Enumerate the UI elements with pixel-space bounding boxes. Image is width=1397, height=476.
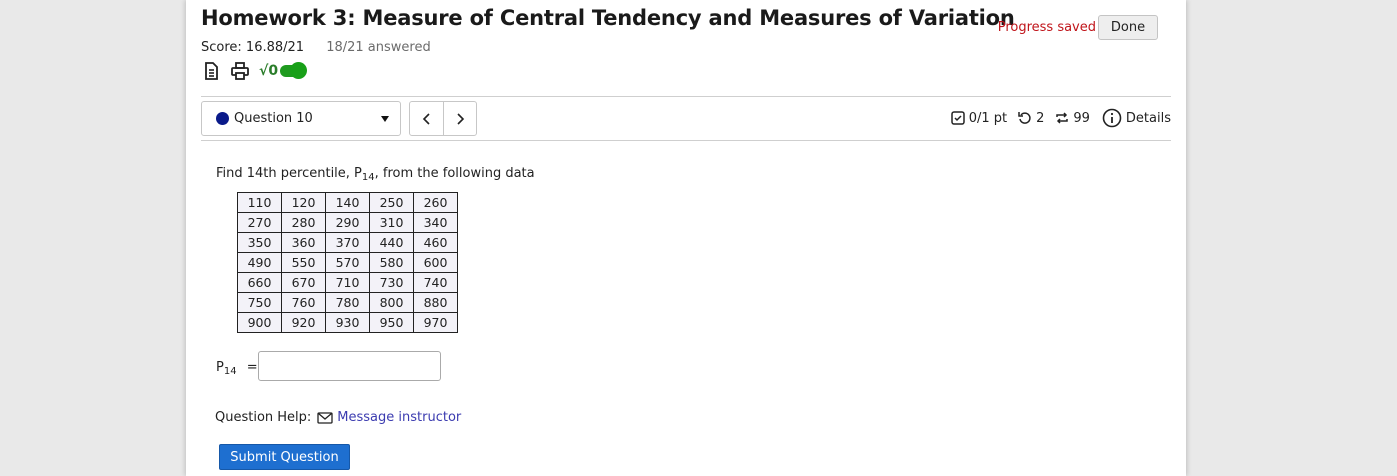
table-cell: 760 xyxy=(281,292,326,313)
table-cell: 120 xyxy=(281,192,326,213)
chevron-right-icon xyxy=(457,112,465,125)
submit-question-button[interactable]: Submit Question xyxy=(219,444,350,470)
table-cell: 340 xyxy=(413,212,458,233)
question-select[interactable]: Question 10 xyxy=(201,101,401,136)
table-cell: 310 xyxy=(369,212,414,233)
message-instructor-label: Message instructor xyxy=(337,410,462,425)
progress-status: Progress saved xyxy=(997,20,1096,35)
help-label: Question Help: xyxy=(215,410,312,425)
table-cell: 660 xyxy=(237,272,282,293)
prompt-subscript: 14 xyxy=(361,172,375,183)
envelope-icon xyxy=(317,411,333,424)
table-cell: 140 xyxy=(325,192,370,213)
chevron-left-icon xyxy=(422,112,430,125)
table-cell: 440 xyxy=(369,232,414,253)
question-nav xyxy=(409,101,477,136)
next-question-button[interactable] xyxy=(443,102,476,135)
table-cell: 270 xyxy=(237,212,282,233)
table-row: 110 120 140 250 260 xyxy=(237,192,458,213)
answer-label-text: P xyxy=(216,360,224,375)
table-cell: 730 xyxy=(369,272,414,293)
details-link[interactable]: Details xyxy=(1102,108,1171,128)
table-cell: 280 xyxy=(281,212,326,233)
prompt-text: Find 14th percentile, P xyxy=(216,166,362,181)
sqrt-icon: √0 xyxy=(259,63,279,79)
table-row: 750 760 780 800 880 xyxy=(237,292,458,313)
done-button[interactable]: Done xyxy=(1098,15,1158,40)
previous-question-button[interactable] xyxy=(410,102,443,135)
table-cell: 600 xyxy=(413,252,458,273)
table-cell: 710 xyxy=(325,272,370,293)
table-cell: 460 xyxy=(413,232,458,253)
question-select-label: Question 10 xyxy=(234,111,313,126)
table-row: 900 920 930 950 970 xyxy=(237,312,458,333)
prompt-text-rest: , from the following data xyxy=(374,166,535,181)
table-cell: 350 xyxy=(237,232,282,253)
attempts-text: 99 xyxy=(1073,110,1090,126)
table-cell: 950 xyxy=(369,312,414,333)
checkbox-icon xyxy=(950,111,965,125)
divider xyxy=(201,140,1171,141)
table-cell: 570 xyxy=(325,252,370,273)
question-status-dot xyxy=(216,112,229,125)
homework-page: Homework 3: Measure of Central Tendency … xyxy=(186,0,1186,476)
table-cell: 250 xyxy=(369,192,414,213)
caret-down-icon xyxy=(381,116,389,122)
details-label: Details xyxy=(1125,110,1171,126)
page-title: Homework 3: Measure of Central Tendency … xyxy=(201,6,1015,30)
points-indicator: 0/1 pt xyxy=(950,110,1014,126)
table-cell: 290 xyxy=(325,212,370,233)
table-cell: 260 xyxy=(413,192,458,213)
table-cell: 920 xyxy=(281,312,326,333)
answer-input[interactable] xyxy=(258,351,441,381)
table-cell: 800 xyxy=(369,292,414,313)
answer-label-subscript: 14 xyxy=(223,366,237,377)
repeat-icon xyxy=(1056,112,1069,124)
retries-indicator: 2 xyxy=(1017,110,1051,126)
table-row: 660 670 710 730 740 xyxy=(237,272,458,293)
table-cell: 740 xyxy=(413,272,458,293)
table-cell: 750 xyxy=(237,292,282,313)
points-text: 0/1 pt xyxy=(968,110,1008,126)
sqrt-toggle[interactable]: √0 xyxy=(259,62,308,79)
table-cell: 880 xyxy=(413,292,458,313)
divider xyxy=(201,96,1171,97)
table-cell: 580 xyxy=(369,252,414,273)
table-row: 270 280 290 310 340 xyxy=(237,212,458,233)
answer-equals: = xyxy=(246,360,258,375)
score-line: Score: 16.88/21 18/21 answered xyxy=(201,40,431,55)
answered-count: 18/21 answered xyxy=(326,40,431,55)
retries-text: 2 xyxy=(1036,110,1045,126)
table-cell: 550 xyxy=(281,252,326,273)
table-row: 350 360 370 440 460 xyxy=(237,232,458,253)
table-row: 490 550 570 580 600 xyxy=(237,252,458,273)
table-cell: 370 xyxy=(325,232,370,253)
question-prompt: Find 14th percentile, P14, from the foll… xyxy=(216,166,535,183)
table-cell: 780 xyxy=(325,292,370,313)
document-icon[interactable] xyxy=(201,61,221,81)
question-help: Question Help: Message instructor xyxy=(215,410,461,425)
table-cell: 490 xyxy=(237,252,282,273)
table-cell: 930 xyxy=(325,312,370,333)
retry-icon xyxy=(1018,112,1031,124)
score-text: Score: 16.88/21 xyxy=(201,40,305,55)
print-icon[interactable] xyxy=(230,61,250,81)
question-meta: 0/1 pt 2 99 Details xyxy=(950,108,1171,128)
toggle-switch[interactable] xyxy=(280,62,308,79)
message-instructor-link[interactable]: Message instructor xyxy=(317,410,461,425)
table-cell: 900 xyxy=(237,312,282,333)
answer-label: P14 = xyxy=(216,360,258,377)
table-cell: 670 xyxy=(281,272,326,293)
toolbar: √0 xyxy=(201,60,308,82)
table-cell: 970 xyxy=(413,312,458,333)
info-icon xyxy=(1102,108,1122,128)
data-table: 110 120 140 250 260 270 280 290 310 340 350 360 370 4… xyxy=(237,192,458,333)
table-cell: 360 xyxy=(281,232,326,253)
table-cell: 110 xyxy=(237,192,282,213)
attempts-indicator: 99 xyxy=(1054,110,1099,126)
